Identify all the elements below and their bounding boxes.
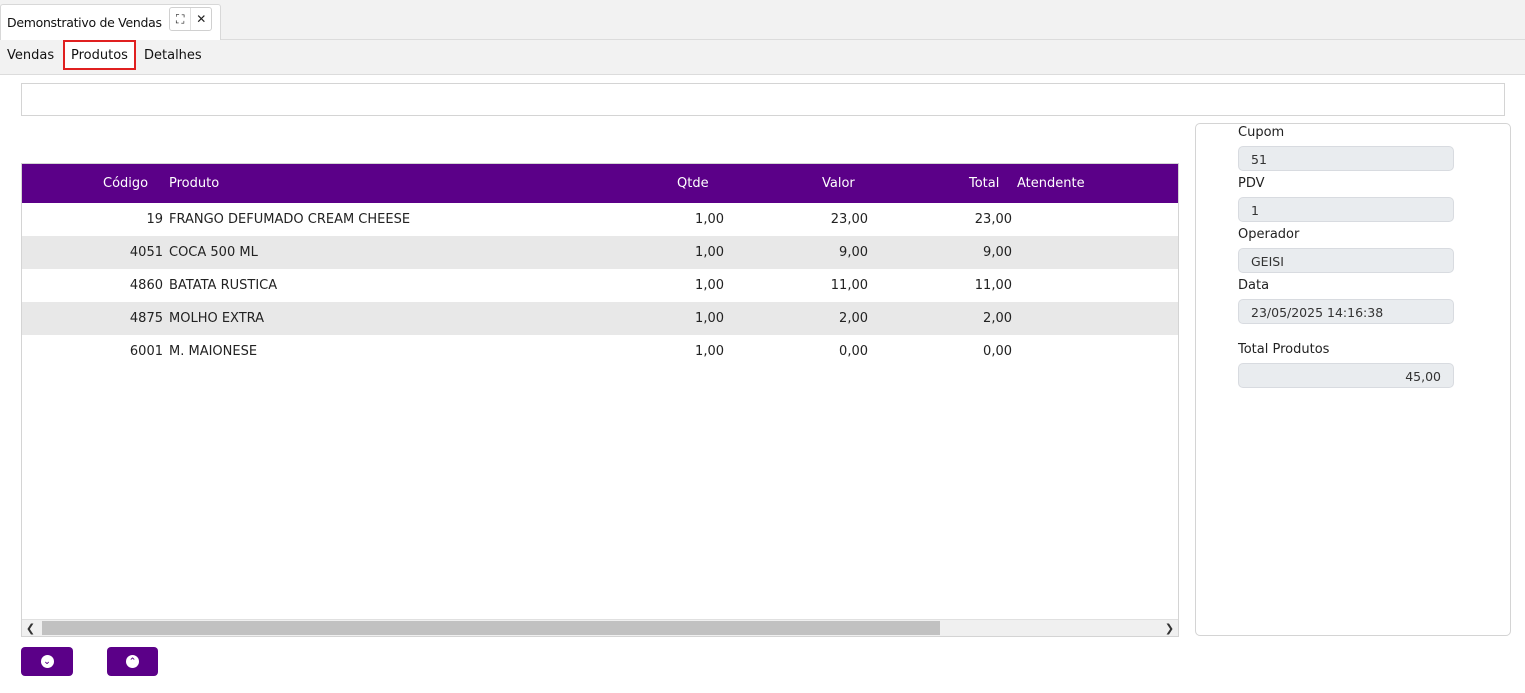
window-tabbar: Demonstrativo de Vendas ⛶ ✕ (0, 0, 1525, 40)
cell-produto: COCA 500 ML (169, 245, 258, 260)
scrollbar-thumb[interactable] (42, 621, 940, 635)
col-produto[interactable]: Produto (169, 176, 219, 191)
tab-bar: Vendas Produtos Detalhes (0, 40, 1525, 75)
pdv-field[interactable]: 1 (1238, 197, 1454, 222)
cell-qtde: 1,00 (695, 212, 724, 227)
scroll-down-button[interactable]: ⌄ (21, 647, 73, 676)
maximize-icon[interactable]: ⛶ (170, 8, 190, 30)
sale-details-panel: Cupom 51 PDV 1 Operador GEISI Data 23/05… (1195, 123, 1511, 636)
table-row[interactable]: 4051 COCA 500 ML 1,00 9,00 9,00 (22, 236, 1178, 269)
total-produtos-field[interactable]: 45,00 (1238, 363, 1454, 388)
close-icon[interactable]: ✕ (190, 8, 211, 30)
cell-valor: 23,00 (830, 212, 868, 227)
operador-label: Operador (1238, 227, 1300, 242)
cell-produto: MOLHO EXTRA (169, 311, 265, 326)
cell-codigo: 4860 (129, 278, 163, 293)
cell-qtde: 1,00 (695, 311, 724, 326)
table-row[interactable]: 6001 M. MAIONESE 1,00 0,00 0,00 (22, 335, 1178, 368)
data-label: Data (1238, 278, 1270, 293)
cell-qtde: 1,00 (695, 278, 724, 293)
cell-qtde: 1,00 (695, 344, 724, 359)
pdv-label: PDV (1238, 176, 1265, 191)
cell-total: 9,00 (983, 245, 1012, 260)
chevron-up-icon: ⌃ (126, 655, 139, 668)
table-row[interactable]: 4860 BATATA RUSTICA 1,00 11,00 11,00 (22, 269, 1178, 302)
total-produtos-label: Total Produtos (1238, 342, 1330, 357)
cell-produto: FRANGO DEFUMADO CREAM CHEESE (169, 212, 411, 227)
cell-valor: 0,00 (839, 344, 868, 359)
cell-total: 0,00 (983, 344, 1012, 359)
cell-codigo: 4875 (129, 311, 163, 326)
col-atendente[interactable]: Atendente (1017, 176, 1085, 191)
cell-total: 2,00 (983, 311, 1012, 326)
cell-codigo: 19 (146, 212, 163, 227)
scroll-up-button[interactable]: ⌃ (107, 647, 158, 676)
cell-total: 23,00 (974, 212, 1012, 227)
window-title: Demonstrativo de Vendas (7, 15, 162, 30)
cell-produto: BATATA RUSTICA (169, 278, 278, 293)
table-row[interactable]: 4875 MOLHO EXTRA 1,00 2,00 2,00 (22, 302, 1178, 335)
tab-vendas[interactable]: Vendas (7, 40, 54, 70)
table-header: Código Produto Qtde Valor Total Atendent… (22, 164, 1178, 203)
tab-produtos[interactable]: Produtos (63, 40, 136, 70)
chevron-down-icon: ⌄ (40, 655, 54, 668)
cell-valor: 2,00 (839, 311, 868, 326)
filter-input[interactable] (21, 83, 1505, 116)
cell-produto: M. MAIONESE (169, 344, 258, 359)
window-controls: ⛶ ✕ (169, 7, 212, 31)
chevron-right-icon[interactable]: ❯ (1161, 620, 1178, 636)
col-qtde[interactable]: Qtde (677, 176, 709, 191)
cupom-label: Cupom (1238, 125, 1285, 140)
cell-valor: 11,00 (830, 278, 868, 293)
cell-codigo: 4051 (129, 245, 163, 260)
tab-detalhes[interactable]: Detalhes (144, 40, 202, 70)
cell-total: 11,00 (974, 278, 1012, 293)
horizontal-scrollbar[interactable]: ❮ ❯ (22, 619, 1178, 636)
col-valor[interactable]: Valor (822, 176, 855, 191)
products-table: Código Produto Qtde Valor Total Atendent… (21, 163, 1179, 637)
cell-codigo: 6001 (129, 344, 163, 359)
operador-field[interactable]: GEISI (1238, 248, 1454, 273)
cell-qtde: 1,00 (695, 245, 724, 260)
table-row[interactable]: 19 FRANGO DEFUMADO CREAM CHEESE 1,00 23,… (22, 203, 1178, 236)
chevron-left-icon[interactable]: ❮ (22, 620, 39, 636)
col-total[interactable]: Total (969, 176, 999, 191)
cell-valor: 9,00 (839, 245, 868, 260)
data-field[interactable]: 23/05/2025 14:16:38 (1238, 299, 1454, 324)
col-codigo[interactable]: Código (103, 176, 148, 191)
cupom-field[interactable]: 51 (1238, 146, 1454, 171)
